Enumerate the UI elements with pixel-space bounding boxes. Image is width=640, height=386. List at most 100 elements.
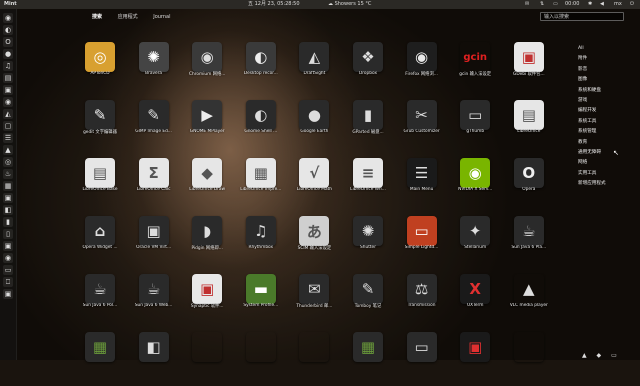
app-launcher-item[interactable]: ▦ [72, 328, 128, 386]
app-launcher-item[interactable]: O Opera [501, 154, 557, 212]
launcher-icon[interactable]: ▭ [3, 265, 13, 275]
app-launcher-item[interactable]: ▶ GNOME MPlayer [179, 96, 235, 154]
launcher-icon[interactable]: ▣ [3, 241, 13, 251]
app-launcher-item[interactable]: ☕ Sun Java 6 Pol... [72, 270, 128, 328]
app-launcher-item[interactable]: ✎ gedit 文字编辑器 [72, 96, 128, 154]
app-launcher-item[interactable]: ✺ Bravera [126, 38, 182, 96]
app-launcher-item[interactable]: ⚖ Transmission [394, 270, 450, 328]
category-item[interactable]: 实用工具 [578, 169, 630, 179]
workspace-icon[interactable]: ▭ [611, 352, 617, 359]
app-launcher-item[interactable]: ◉ Chromium 网络... [179, 38, 235, 96]
battery-icon[interactable]: ▭ [553, 0, 558, 9]
tab-search[interactable]: 搜索 [92, 13, 102, 20]
app-launcher-item[interactable]: ✉ Thunderbird 邮... [286, 270, 342, 328]
launcher-icon[interactable]: ● [3, 49, 13, 59]
category-item[interactable]: 系统工具 [578, 117, 630, 127]
launcher-icon[interactable]: ◭ [3, 109, 13, 119]
app-launcher-item[interactable] [286, 328, 342, 386]
app-launcher-item[interactable]: ◐ Gnome Shell ... [233, 96, 289, 154]
app-launcher-item[interactable]: ◆ LibreOffice Draw [179, 154, 235, 212]
launcher-icon[interactable]: ▣ [3, 193, 13, 203]
app-launcher-item[interactable] [501, 328, 557, 386]
launcher-icon[interactable]: ▣ [3, 289, 13, 299]
app-launcher-item[interactable]: ◭ DraftSight [286, 38, 342, 96]
category-item[interactable]: 系统管理 [578, 127, 630, 137]
app-launcher-item[interactable] [179, 328, 235, 386]
launcher-icon[interactable]: ◉ [3, 253, 13, 263]
bluetooth-icon[interactable]: ✱ [588, 0, 592, 9]
launcher-icon[interactable]: ◐ [3, 25, 13, 35]
app-launcher-item[interactable]: ◎ APTonCD [72, 38, 128, 96]
app-launcher-item[interactable]: ▤ LibreOffice Base [72, 154, 128, 212]
app-launcher-item[interactable]: ❖ Dropbox [340, 38, 396, 96]
category-item[interactable]: 系统和硬盘 [578, 86, 630, 96]
gmail-icon[interactable]: ✉ [525, 0, 529, 9]
app-launcher-item[interactable]: ✎ Tomboy 笔记 [340, 270, 396, 328]
tray-icon[interactable]: ▲ [582, 352, 587, 359]
launcher-icon[interactable]: ▯ [3, 229, 13, 239]
category-item[interactable]: 网络 [578, 158, 630, 168]
category-item[interactable]: All [578, 44, 630, 54]
launcher-icon[interactable]: ▦ [3, 181, 13, 191]
app-launcher-item[interactable]: √ LibreOffice Math [286, 154, 342, 212]
app-launcher-item[interactable]: ▤ LibreOffice [501, 96, 557, 154]
app-launcher-item[interactable]: ▭ Simple Lightd... [394, 212, 450, 270]
launcher-icon[interactable]: ▣ [3, 85, 13, 95]
launcher-icon[interactable]: ◧ [3, 205, 13, 215]
app-launcher-item[interactable]: ◉ Firefox 网络浏... [394, 38, 450, 96]
category-item[interactable]: 图像 [578, 75, 630, 85]
app-launcher-item[interactable]: ▣ Oracle VM Virt... [126, 212, 182, 270]
category-item[interactable]: 附件 [578, 54, 630, 64]
app-launcher-item[interactable]: ▣ Synaptic 软件... [179, 270, 235, 328]
app-launcher-item[interactable]: ✺ Shutter [340, 212, 396, 270]
panel-app-name[interactable]: Mint [4, 0, 17, 9]
launcher-icon[interactable]: ☰ [3, 133, 13, 143]
launcher-icon[interactable]: ▲ [3, 145, 13, 155]
app-launcher-item[interactable]: X UXTerm [447, 270, 503, 328]
user-name[interactable]: mx [614, 0, 622, 9]
clock[interactable]: 五 12月 23, 05:28:50 [248, 0, 300, 9]
category-item[interactable]: 影音 [578, 65, 630, 75]
app-launcher-item[interactable]: ▣ GDebi 软件包... [501, 38, 557, 96]
network-icon[interactable]: ⇅ [540, 0, 544, 9]
speaker-icon[interactable]: ◀ [600, 0, 604, 9]
launcher-icon[interactable]: ⎕ [3, 277, 13, 287]
launcher-icon[interactable]: ♨ [3, 169, 13, 179]
launcher-icon[interactable]: ◉ [3, 13, 13, 23]
app-launcher-item[interactable]: ≡ LibreOffice Wri... [340, 154, 396, 212]
app-launcher-item[interactable]: ▦ [340, 328, 396, 386]
app-launcher-item[interactable]: ● Google Earth [286, 96, 342, 154]
app-launcher-item[interactable]: ♫ Rhythmbox [233, 212, 289, 270]
category-item[interactable]: 教育 [578, 138, 630, 148]
app-launcher-item[interactable]: ▬ System Profile... [233, 270, 289, 328]
launcher-icon[interactable]: ◉ [3, 97, 13, 107]
app-launcher-item[interactable]: ▭ gThumb [447, 96, 503, 154]
app-launcher-item[interactable]: ◉ NVIDIA X Serv... [447, 154, 503, 212]
app-launcher-item[interactable]: ◗ Pidgin 网络即... [179, 212, 235, 270]
app-launcher-item[interactable]: ☕ Sun Java 6 Web... [126, 270, 182, 328]
app-launcher-item[interactable]: ☕ Sun Java 6 Pla... [501, 212, 557, 270]
app-launcher-item[interactable]: ✂ Grub Customizer [394, 96, 450, 154]
tab-applications[interactable]: 应用程式 [118, 13, 138, 20]
app-launcher-item[interactable]: ▮ GParted 磁盘... [340, 96, 396, 154]
launcher-icon[interactable]: ♫ [3, 61, 13, 71]
app-launcher-item[interactable]: ▣ [447, 328, 503, 386]
launcher-icon[interactable]: ▢ [3, 121, 13, 131]
weather-indicator[interactable]: ☁ Showers 15 °C [328, 0, 371, 9]
app-launcher-item[interactable]: ⌂ Opera Widget ... [72, 212, 128, 270]
category-item[interactable]: 编程开发 [578, 106, 630, 116]
app-launcher-item[interactable]: ▭ [394, 328, 450, 386]
category-item[interactable]: 通用无障碍 [578, 148, 630, 158]
app-launcher-item[interactable]: ▦ LibreOffice Impre... [233, 154, 289, 212]
app-launcher-item[interactable]: Σ LibreOffice Calc [126, 154, 182, 212]
app-launcher-item[interactable]: gcin gcin 输入法设定 [447, 38, 503, 96]
shield-icon[interactable]: ◆ [597, 352, 602, 359]
app-launcher-item[interactable]: あ SCIM 输入法设定 [286, 212, 342, 270]
launcher-icon[interactable]: ◎ [3, 157, 13, 167]
search-input[interactable]: 输入以搜索 [540, 12, 624, 21]
app-launcher-item[interactable]: ☰ Main Menu [394, 154, 450, 212]
launcher-icon[interactable]: ▮ [3, 217, 13, 227]
volume-time[interactable]: 00:00 [565, 0, 579, 9]
app-launcher-item[interactable]: ✎ GIMP Image Ed... [126, 96, 182, 154]
power-icon[interactable]: ⏻ [630, 0, 634, 9]
